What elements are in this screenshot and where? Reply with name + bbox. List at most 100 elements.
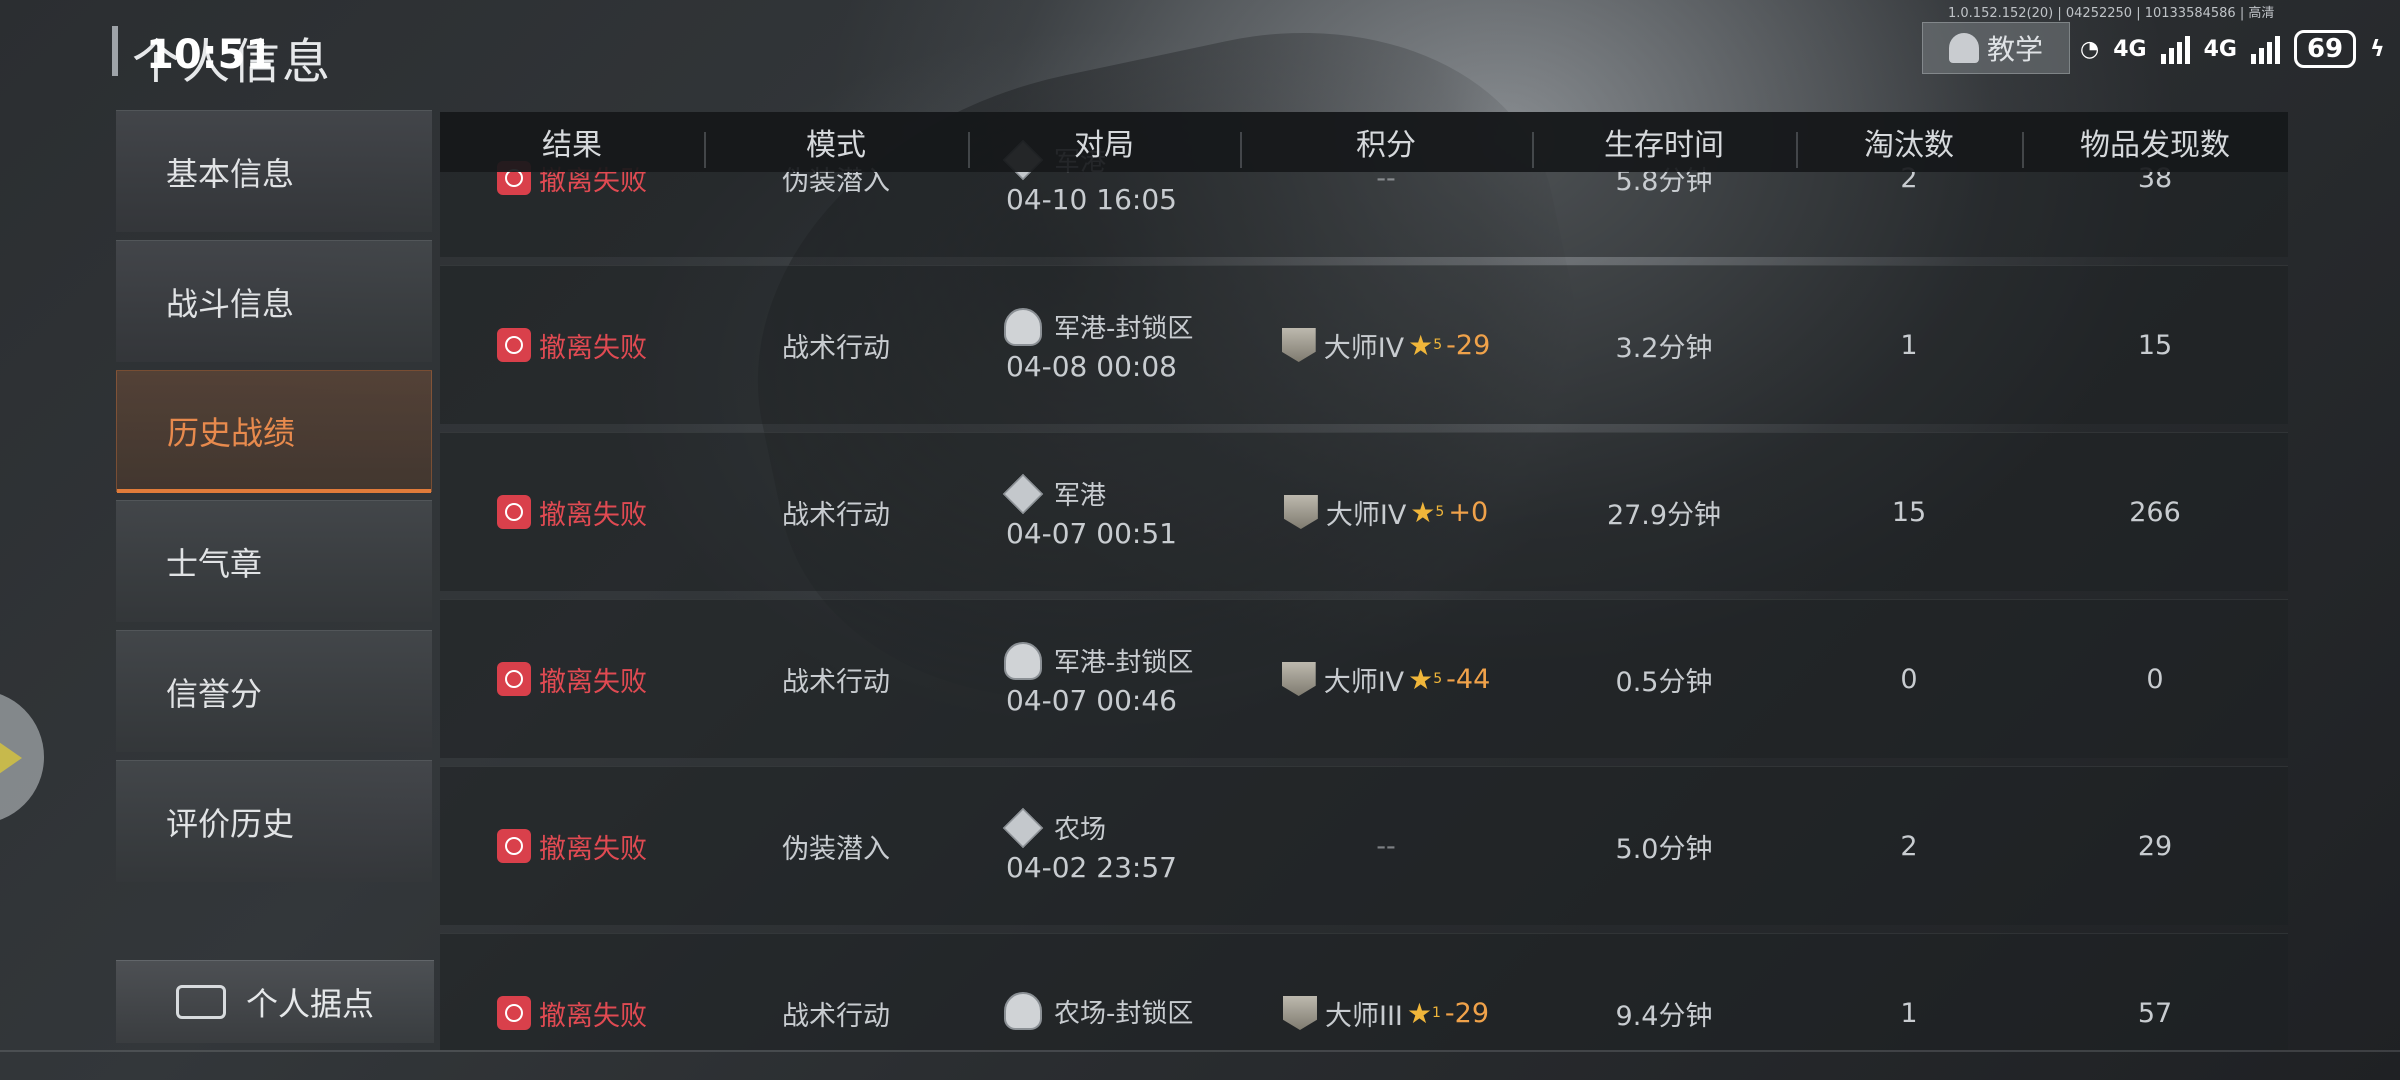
signal-icon — [2160, 34, 2190, 64]
result-text: 撤离失败 — [539, 1000, 647, 1032]
map-name: 农场-封锁区 — [1054, 998, 1194, 1029]
rank-name: 大师IV — [1323, 666, 1405, 698]
score-delta: +0 — [1448, 496, 1489, 528]
personal-base-label: 个人据点 — [245, 985, 374, 1023]
status-clock: 10:51 — [146, 32, 274, 78]
table-row[interactable]: 撤离失败 战术行动 军港-封锁区 04-08 00:08 大师IV ★ 5 -29 3.2分钟 1… — [440, 265, 2288, 424]
star-level: 5 — [1433, 337, 1443, 353]
score-cell: 大师IV ★ 5 -44 — [1240, 660, 1532, 699]
sidebar-item-basic-info[interactable]: 基本信息 — [116, 110, 432, 232]
column-header: 模式 — [704, 120, 968, 168]
personal-base-button[interactable]: 个人据点 — [116, 960, 434, 1043]
items-found-cell: 29 — [2137, 830, 2173, 862]
star-icon: ★ — [1406, 996, 1432, 1030]
table-row[interactable]: 撤离失败 战术行动 军港-封锁区 04-07 00:46 大师IV ★ 5 -44 0.5分钟 0… — [440, 599, 2288, 758]
tutorial-button[interactable]: 教学 — [1922, 22, 2070, 74]
base-icon — [175, 985, 226, 1019]
table-row[interactable]: 撤离失败 伪装潜入 农场 04-02 23:57 -- 5.0分钟 2 29 — [440, 766, 2288, 925]
result-text: 撤离失败 — [539, 666, 647, 698]
rank-name: 大师IV — [1325, 499, 1407, 531]
mode-cell: 战术行动 — [782, 1000, 890, 1032]
battery-icon: 69 — [2293, 30, 2357, 68]
result-cell: 撤离失败 — [440, 326, 704, 365]
survival-time-cell: 3.2分钟 — [1615, 332, 1713, 364]
build-info: 1.0.152.152(20) | 04252250 | 10133584586… — [1948, 6, 2275, 21]
kills-cell: 1 — [1900, 329, 1918, 361]
match-date: 04-07 00:46 — [1006, 683, 1177, 717]
bottom-divider — [0, 1050, 2400, 1052]
fail-icon — [497, 829, 531, 863]
star-icon: ★ — [1410, 495, 1436, 529]
kills-cell: 0 — [1900, 663, 1918, 695]
items-found-cell: 0 — [2146, 663, 2164, 695]
score-cell: 大师IV ★ 5 -29 — [1240, 326, 1532, 365]
sidebar-item-label: 士气章 — [166, 544, 263, 583]
star-icon: ★ — [1408, 662, 1434, 696]
match-date: 04-07 00:51 — [1006, 516, 1177, 550]
match-date: 04-08 00:08 — [1006, 349, 1177, 383]
result-text: 撤离失败 — [539, 499, 647, 531]
column-header: 淘汰数 — [1796, 120, 2022, 168]
floating-assistant-button[interactable] — [0, 690, 44, 824]
kills-cell: 15 — [1891, 496, 1927, 528]
star-level: 1 — [1431, 1005, 1441, 1021]
result-text: 撤离失败 — [539, 332, 647, 364]
table-row[interactable]: 撤离失败 战术行动 军港 04-07 00:51 大师IV ★ 5 +0 27.9分钟 15 266 — [440, 432, 2288, 591]
speed-icon: ◔ — [2080, 36, 2100, 62]
sidebar: 基本信息 战斗信息 历史战绩 士气章 信誉分 评价历史 — [116, 110, 432, 890]
mode-cell: 战术行动 — [782, 332, 890, 364]
mode-cell: 伪装潜入 — [782, 833, 890, 865]
fail-icon — [497, 996, 531, 1030]
column-header: 生存时间 — [1532, 120, 1796, 168]
mode-cell: 战术行动 — [782, 666, 890, 698]
result-cell: 撤离失败 — [440, 493, 704, 532]
star-level: 5 — [1433, 671, 1443, 687]
result-text: 撤离失败 — [539, 833, 647, 865]
table-row[interactable]: 撤离失败 战术行动 农场-封锁区 大师III ★ 1 -29 9.4分钟 1 57 — [440, 933, 2288, 1050]
match-cell: 军港 04-07 00:51 — [968, 473, 1240, 550]
system-status-icons: ◔ 4G 4G 69 ϟ — [2080, 30, 2385, 68]
map-line: 军港-封锁区 — [1004, 307, 1240, 346]
survival-time-cell: 5.0分钟 — [1615, 833, 1713, 865]
mode-cell: 战术行动 — [782, 499, 890, 531]
sidebar-item-label: 基本信息 — [166, 154, 295, 193]
score-cell: -- — [1240, 831, 1532, 862]
map-name: 军港-封锁区 — [1054, 314, 1194, 344]
column-header: 积分 — [1240, 120, 1532, 168]
net-label-1: 4G — [2113, 36, 2147, 62]
match-date: 04-02 23:57 — [1006, 850, 1177, 884]
kills-cell: 2 — [1900, 830, 1918, 862]
sidebar-item-match-history[interactable]: 历史战绩 — [116, 370, 432, 493]
fail-icon — [497, 662, 531, 696]
fail-icon — [497, 328, 531, 362]
tutorial-label: 教学 — [1986, 33, 2043, 66]
items-found-cell: 266 — [2129, 496, 2181, 528]
match-cell: 军港-封锁区 04-08 00:08 — [968, 307, 1240, 383]
title-accent-bar — [112, 26, 118, 76]
rank-name: 大师III — [1324, 1000, 1403, 1032]
rank-name: 大师IV — [1323, 332, 1405, 364]
signal-icon — [2250, 34, 2280, 64]
sidebar-item-combat-info[interactable]: 战斗信息 — [116, 240, 432, 362]
sidebar-item-morale-badge[interactable]: 士气章 — [116, 500, 432, 622]
match-date: 04-10 16:05 — [1006, 182, 1177, 216]
result-cell: 撤离失败 — [440, 660, 704, 699]
score-delta: -44 — [1446, 663, 1491, 695]
person-icon — [1948, 33, 1979, 63]
match-history-table: 结果 模式 对局 积分 生存时间 淘汰数 物品发现数 撤离失败伪装潜入军港04-… — [440, 112, 2288, 1050]
column-header: 对局 — [968, 120, 1240, 168]
sidebar-item-label: 评价历史 — [166, 804, 295, 843]
sidebar-item-credit-score[interactable]: 信誉分 — [116, 630, 432, 752]
match-cell: 农场-封锁区 — [968, 992, 1240, 1034]
sidebar-item-review-history[interactable]: 评价历史 — [116, 760, 432, 882]
diamond-icon — [1002, 473, 1044, 514]
rank-badge-icon — [1282, 996, 1317, 1030]
map-line: 农场 — [1002, 807, 1240, 848]
rank-badge-icon — [1281, 662, 1316, 696]
match-cell: 农场 04-02 23:57 — [968, 807, 1240, 884]
rank-badge-icon — [1281, 328, 1316, 362]
helmet-icon — [1004, 307, 1042, 346]
score-delta: -- — [1376, 830, 1396, 862]
result-cell: 撤离失败 — [440, 994, 704, 1033]
match-cell: 军港-封锁区 04-07 00:46 — [968, 641, 1240, 717]
